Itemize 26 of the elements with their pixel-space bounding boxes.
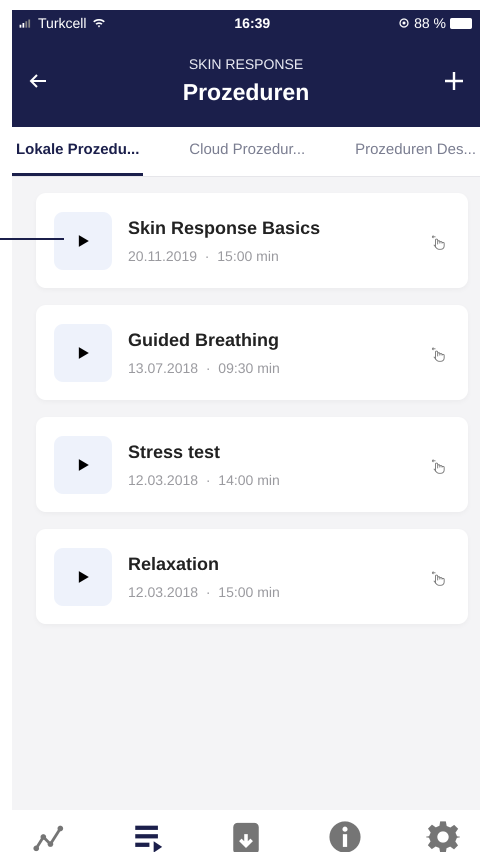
procedure-name: Stress test: [128, 440, 222, 464]
leader-line: [0, 238, 64, 240]
procedure-name: Guided Breathing: [128, 328, 280, 352]
carrier-name: Turkcell: [38, 14, 86, 32]
wifi-icon: [90, 16, 106, 30]
procedure-card[interactable]: Stress test 12.03.2018 · 14:00 min: [36, 417, 468, 512]
clock-time: 16:39: [234, 14, 270, 32]
procedure-date-duration: 20.11.2019 · 15:00 min: [128, 246, 280, 266]
tab[interactable]: Cloud Prozedur...: [185, 127, 310, 176]
orientation-lock-icon: [398, 17, 410, 29]
procedure-name: Relaxation: [128, 552, 220, 576]
tab[interactable]: Lokale Prozedu...: [12, 127, 144, 176]
header-title: Prozeduren: [182, 78, 310, 107]
procedure-card[interactable]: Guided Breathing 13.07.2018 · 09:30 min: [36, 305, 468, 400]
battery-icon: [450, 18, 472, 28]
header-subtitle: SKIN RESPONSE: [188, 54, 304, 74]
procedure-date-duration: 12.03.2018 · 15:00 min: [128, 582, 281, 602]
tab[interactable]: Prozeduren Des...: [351, 127, 480, 176]
settings-icon: [426, 820, 460, 852]
procedure-card[interactable]: Skin Response Basics 20.11.2019 · 15:00 min: [36, 193, 468, 288]
procedure-name: Skin Response Basics: [128, 216, 322, 240]
procedure-date-duration: 12.03.2018 · 14:00 min: [128, 470, 281, 490]
battery-percent: 88 %: [414, 14, 446, 32]
procedure-date-duration: 13.07.2018 · 09:30 min: [128, 358, 281, 378]
play-button[interactable]: [54, 212, 112, 270]
procedure-card[interactable]: Relaxation 12.03.2018 · 15:00 min: [36, 529, 468, 624]
